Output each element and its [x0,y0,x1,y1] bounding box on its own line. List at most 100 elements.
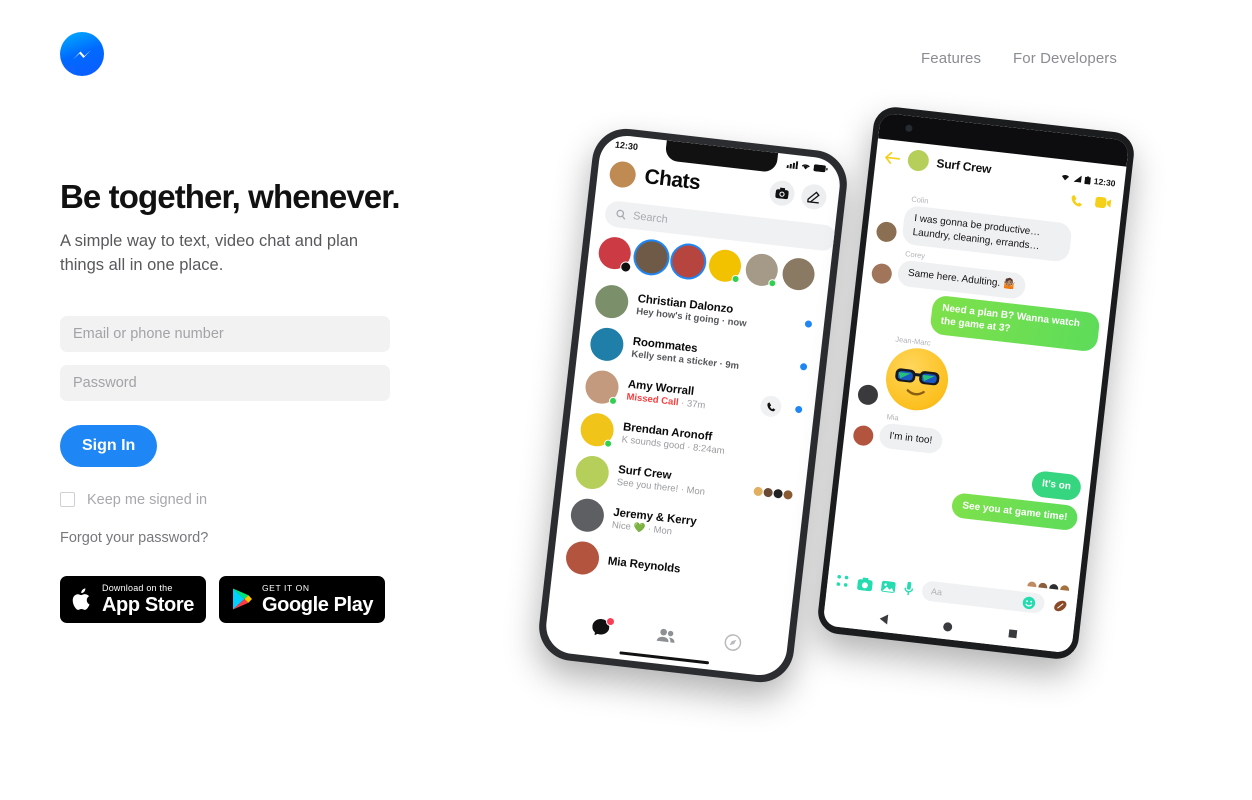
app-store-badge-small: Download on the [102,582,173,593]
chats-header-actions [768,178,828,211]
chat-avatar [583,368,621,406]
football-sticker-icon[interactable] [1053,598,1068,613]
chat-avatar [564,539,601,577]
email-field[interactable] [60,315,390,352]
keep-signed-in-checkbox[interactable] [60,492,75,508]
battery-icon [1084,175,1092,185]
unread-dot [799,362,808,371]
message-thread: Colin I was gonna be productive… Laundry,… [836,188,1120,532]
chat-meta: Surf Crew See you there! · Mon [616,463,746,501]
google-play-badge[interactable]: GET IT ON Google Play [218,575,386,623]
hero-column: Be together, whenever. A simple way to t… [60,178,480,623]
signal-icon [1073,175,1083,183]
gallery-icon[interactable] [881,579,896,594]
story-avatar[interactable] [707,248,743,284]
app-store-badge[interactable]: Download on the App Store [60,575,206,623]
front-camera-icon [905,124,913,133]
page-title: Be together, whenever. [60,178,401,215]
android-status-time: 12:30 [1093,175,1117,188]
message-bubble[interactable]: I'm in too! [878,421,944,455]
smiley-icon[interactable] [1022,595,1036,609]
google-play-badge-label: Google Play [261,593,374,616]
android-phone-mockup: Surf Crew 12:30 Colin I was gonna be prod… [815,104,1137,662]
chats-title: Chats [643,165,702,195]
unread-dot [804,320,813,328]
nav-link-features[interactable]: Features [921,50,981,67]
chats-tab-icon[interactable] [591,616,616,642]
story-avatar[interactable] [633,239,670,276]
chat-avatar [569,496,606,534]
message-avatar [856,383,880,406]
store-badges: Download on the App Store GET IT ON Goog… [60,575,390,623]
android-back-icon[interactable] [879,613,889,625]
seen-avatar [763,487,774,498]
people-tab-icon[interactable] [656,627,677,648]
chat-name: Mia Reynolds [607,554,682,576]
chat-meta: Mia Reynolds [607,555,783,587]
camera-icon[interactable] [857,576,873,591]
ios-status-icons [786,159,828,174]
hero-subheading: A simple way to text, video chat and pla… [60,231,359,274]
keep-signed-in-label: Keep me signed in [87,491,208,508]
chat-avatar [588,326,626,363]
story-avatar[interactable] [670,243,706,280]
online-indicator [608,396,618,406]
camera-icon[interactable] [768,178,796,207]
phones-illustration: 12:30 Chats Search Christian Dalonzo Hey… [535,104,1240,730]
android-recents-icon[interactable] [1008,629,1018,639]
iphone-mockup: 12:30 Chats Search Christian Dalonzo Hey… [535,125,851,686]
seen-avatar [753,486,764,497]
conversation-avatar[interactable] [906,148,930,173]
profile-avatar[interactable] [608,160,638,189]
call-back-button[interactable] [759,394,783,418]
google-play-icon [232,588,252,610]
google-play-badge-small: GET IT ON [261,583,310,594]
message-avatar [870,262,893,285]
story-camera-badge [619,260,632,274]
search-placeholder: Search [632,210,669,226]
chat-avatar [574,454,611,491]
back-arrow-icon[interactable] [884,151,901,165]
online-indicator [603,439,613,449]
message-bubble[interactable]: It's on [1030,470,1083,501]
signal-icon [786,161,799,170]
online-indicator [731,274,741,284]
search-icon [616,209,626,220]
chat-list: Christian Dalonzo Hey how's it going · no… [552,277,827,603]
story-avatar[interactable] [744,252,780,288]
battery-icon [813,163,828,172]
nav-link-for-developers[interactable]: For Developers [1013,50,1117,67]
messenger-landing-page: Features For Developers Be together, whe… [0,0,1252,800]
chats-tab-badge [605,616,616,627]
android-home-icon[interactable] [943,621,954,632]
ios-home-indicator [619,651,710,665]
seen-avatar [783,489,793,500]
login-form: Sign In Keep me signed in Forgot your pa… [60,315,390,623]
video-call-icon[interactable] [1094,196,1112,209]
apps-grid-icon[interactable] [836,574,849,588]
compose-icon[interactable] [800,182,828,211]
sign-in-button[interactable]: Sign In [60,424,158,467]
forgot-password-link[interactable]: Forgot your password? [60,530,390,546]
story-avatar[interactable] [780,256,817,292]
chat-avatar [578,411,616,449]
message-avatar [875,220,898,243]
message-input-placeholder: Aa [930,586,943,598]
keep-signed-in-row[interactable]: Keep me signed in [60,492,390,508]
microphone-icon[interactable] [904,581,915,596]
password-field[interactable] [60,364,390,401]
unread-dot [794,405,803,414]
main-nav: Features For Developers [921,50,1117,67]
conversation-title: Surf Crew [935,155,993,176]
apple-icon [72,588,90,610]
story-avatar[interactable] [597,235,633,274]
phone-call-icon[interactable] [1070,194,1084,208]
message-input-field[interactable]: Aa [921,580,1046,615]
ios-status-time: 12:30 [614,139,639,153]
ios-tab-bar [545,613,788,662]
wifi-icon [801,164,810,170]
discover-tab-icon[interactable] [723,633,742,657]
app-store-badge-label: App Store [102,593,194,616]
messenger-logo-icon[interactable] [60,32,104,76]
sunglasses-emoji-sticker[interactable] [882,344,952,414]
